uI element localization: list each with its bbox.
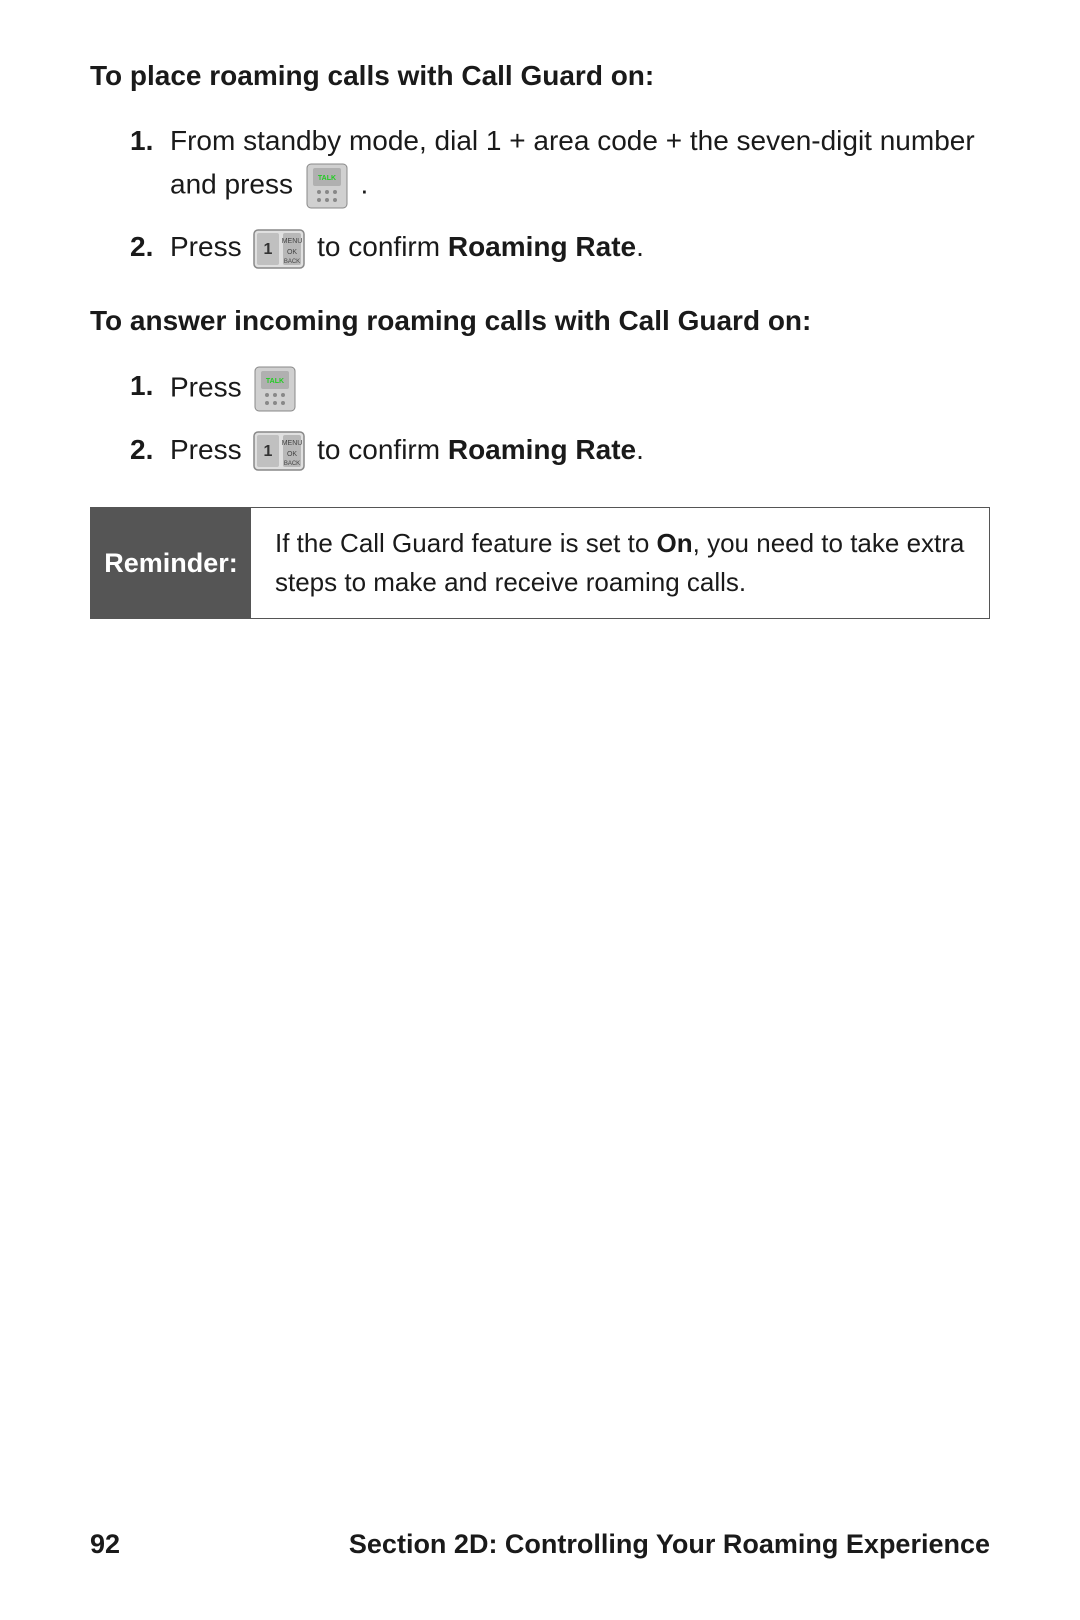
place-roaming-steps: 1. From standby mode, dial 1 + area code… bbox=[130, 120, 990, 269]
svg-text:MENU: MENU bbox=[282, 238, 303, 245]
page-footer: 92 Section 2D: Controlling Your Roaming … bbox=[90, 1509, 990, 1560]
reminder-box: Reminder: If the Call Guard feature is s… bbox=[90, 507, 990, 619]
step-number: 2. bbox=[130, 226, 158, 268]
step2-answer-prefix: Press bbox=[170, 434, 242, 465]
main-content: To place roaming calls with Call Guard o… bbox=[90, 60, 990, 1509]
answer-roaming-steps: 1. Press TALK bbox=[130, 365, 990, 472]
page-content: To place roaming calls with Call Guard o… bbox=[0, 0, 1080, 1620]
svg-text:TALK: TALK bbox=[318, 175, 336, 182]
reminder-text: If the Call Guard feature is set to On, … bbox=[251, 508, 989, 618]
step-number: 1. bbox=[130, 120, 158, 162]
one-button-icon-2: 1 MENU OK BACK bbox=[253, 431, 305, 471]
step1-answer-content: Press TALK bbox=[170, 365, 990, 413]
one-button-icon: 1 MENU OK BACK bbox=[253, 229, 305, 269]
svg-text:TALK: TALK bbox=[266, 378, 284, 385]
step-number: 2. bbox=[130, 429, 158, 471]
step1-place-content: From standby mode, dial 1 + area code + … bbox=[170, 120, 990, 210]
step1-place-text: From standby mode, dial 1 + area code + … bbox=[170, 125, 975, 199]
reminder-label: Reminder: bbox=[91, 508, 251, 618]
svg-text:BACK: BACK bbox=[284, 461, 300, 467]
svg-text:MENU: MENU bbox=[282, 440, 303, 447]
step2-answer-period: . bbox=[636, 434, 644, 465]
list-item: 1. Press TALK bbox=[130, 365, 990, 413]
svg-text:OK: OK bbox=[287, 249, 297, 256]
list-item: 2. Press 1 MENU OK BACK bbox=[130, 226, 990, 269]
svg-text:OK: OK bbox=[287, 451, 297, 458]
step2-answer-roaming-rate: Roaming Rate bbox=[448, 434, 636, 465]
step2-answer-suffix: to confirm bbox=[317, 434, 440, 465]
svg-text:BACK: BACK bbox=[284, 259, 300, 265]
step1-period: . bbox=[361, 168, 369, 199]
list-item: 1. From standby mode, dial 1 + area code… bbox=[130, 120, 990, 210]
heading-answer-roaming: To answer incoming roaming calls with Ca… bbox=[90, 305, 990, 337]
step2-answer-content: Press 1 MENU OK BACK to confir bbox=[170, 429, 990, 472]
step2-place-period: . bbox=[636, 231, 644, 262]
step1-answer-prefix: Press bbox=[170, 371, 242, 402]
step2-place-content: Press 1 MENU OK BACK to confir bbox=[170, 226, 990, 269]
talk-button-icon-2: TALK bbox=[253, 365, 297, 413]
list-item: 2. Press 1 MENU OK BACK bbox=[130, 429, 990, 472]
reminder-bold-on: On bbox=[657, 528, 693, 558]
footer-section-title: Section 2D: Controlling Your Roaming Exp… bbox=[349, 1529, 990, 1560]
step2-place-roaming-rate: Roaming Rate bbox=[448, 231, 636, 262]
reminder-text-prefix: If the Call Guard feature is set to bbox=[275, 528, 649, 558]
step2-place-prefix: Press bbox=[170, 231, 242, 262]
step2-place-suffix: to confirm bbox=[317, 231, 440, 262]
page-number: 92 bbox=[90, 1529, 120, 1560]
svg-text:1: 1 bbox=[264, 443, 273, 460]
step-number: 1. bbox=[130, 365, 158, 407]
talk-button-icon: TALK bbox=[305, 162, 349, 210]
svg-text:1: 1 bbox=[264, 241, 273, 258]
heading-place-roaming: To place roaming calls with Call Guard o… bbox=[90, 60, 990, 92]
